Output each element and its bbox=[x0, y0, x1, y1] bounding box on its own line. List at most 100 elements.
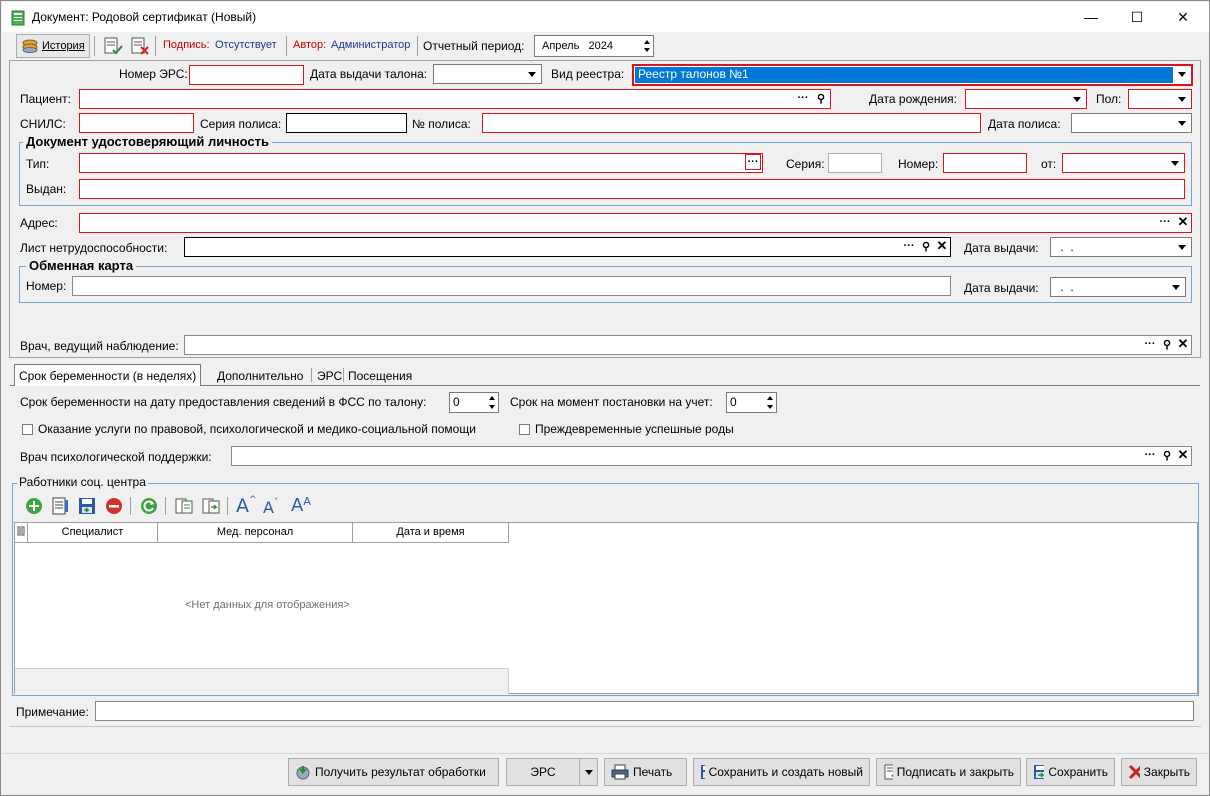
spin-down-icon[interactable] bbox=[489, 405, 495, 409]
grid-menu-icon[interactable] bbox=[15, 523, 28, 543]
spin-up-icon[interactable] bbox=[489, 396, 495, 400]
tab-pregnancy-term[interactable]: Срок беременности (в неделях) bbox=[14, 364, 202, 386]
note-label: Примечание: bbox=[16, 705, 89, 719]
empty-grid-text: <Нет данных для отображения> bbox=[185, 599, 350, 611]
registry-type-select[interactable]: Реестр талонов №1 bbox=[632, 64, 1193, 86]
social-workers-group-title: Работники соц. центра bbox=[17, 475, 148, 489]
snils-input[interactable] bbox=[79, 113, 194, 133]
chevron-down-icon[interactable] bbox=[1176, 117, 1189, 130]
ers-number-input[interactable] bbox=[189, 65, 304, 85]
ellipsis-icon[interactable]: ··· bbox=[1142, 336, 1158, 352]
legal-help-checkbox[interactable] bbox=[22, 424, 33, 435]
save-record-icon[interactable] bbox=[77, 496, 97, 516]
paste-fields-icon[interactable] bbox=[201, 496, 221, 516]
id-issued-input[interactable] bbox=[79, 179, 1185, 199]
search-icon[interactable]: ⚲ bbox=[1159, 336, 1175, 352]
chevron-down-icon[interactable] bbox=[1176, 93, 1189, 106]
address-input[interactable] bbox=[79, 213, 1192, 233]
print-button[interactable]: Печать bbox=[604, 758, 687, 786]
id-number-input[interactable] bbox=[943, 153, 1027, 173]
ers-dropdown-button[interactable] bbox=[579, 758, 598, 786]
minimize-button[interactable]: — bbox=[1068, 2, 1114, 32]
ellipsis-icon[interactable]: ··· bbox=[901, 238, 917, 254]
tab-ers[interactable]: ЭРС bbox=[313, 365, 346, 387]
sick-leave-date-picker[interactable]: . . bbox=[1050, 237, 1192, 257]
social-workers-grid[interactable]: Специалист Мед. персонал Дата и время <Н… bbox=[14, 522, 1198, 694]
sick-leave-date-value: . . bbox=[1057, 240, 1074, 254]
chevron-down-icon[interactable] bbox=[1169, 157, 1182, 170]
font-increase-icon[interactable]: AA bbox=[291, 495, 311, 516]
search-icon[interactable]: ⚲ bbox=[918, 238, 934, 254]
sign-close-label: Подписать и закрыть bbox=[896, 765, 1014, 779]
sick-leave-date-label: Дата выдачи: bbox=[964, 241, 1039, 255]
chevron-down-icon[interactable] bbox=[1170, 281, 1183, 294]
sex-select[interactable] bbox=[1128, 89, 1192, 109]
ers-button[interactable]: ЭРС bbox=[506, 758, 580, 786]
ellipsis-icon[interactable]: ··· bbox=[1157, 214, 1173, 230]
patient-input[interactable] bbox=[79, 89, 831, 109]
grid-footer bbox=[15, 668, 509, 694]
coupon-date-picker[interactable] bbox=[433, 64, 542, 84]
term-fss-spinner[interactable]: 0 bbox=[449, 392, 499, 413]
policy-date-picker[interactable] bbox=[1071, 113, 1192, 133]
tab-visits[interactable]: Посещения bbox=[344, 365, 416, 387]
exchange-number-input[interactable] bbox=[72, 276, 951, 296]
search-icon[interactable]: ⚲ bbox=[1159, 447, 1175, 463]
spin-down-icon[interactable] bbox=[644, 48, 650, 52]
registry-type-label: Вид реестра: bbox=[551, 67, 625, 81]
doctor-label: Врач, ведущий наблюдение: bbox=[20, 339, 179, 353]
exchange-date-picker[interactable]: . . bbox=[1050, 277, 1186, 297]
id-type-input[interactable] bbox=[79, 153, 763, 173]
add-icon[interactable] bbox=[24, 496, 44, 516]
spin-up-icon[interactable] bbox=[767, 396, 773, 400]
remove-signature-icon[interactable] bbox=[130, 37, 150, 55]
ellipsis-icon[interactable]: ··· bbox=[1142, 447, 1158, 463]
chevron-down-icon[interactable] bbox=[1176, 241, 1189, 254]
clear-icon[interactable]: ✕ bbox=[934, 238, 950, 254]
save-and-new-button[interactable]: Сохранить и создать новый bbox=[693, 758, 870, 786]
clear-icon[interactable]: ✕ bbox=[1175, 214, 1191, 230]
column-date-time[interactable]: Дата и время bbox=[353, 523, 509, 543]
get-result-button[interactable]: Получить результат обработки bbox=[288, 758, 499, 786]
premature-birth-checkbox[interactable] bbox=[519, 424, 530, 435]
spin-down-icon[interactable] bbox=[767, 405, 773, 409]
edit-record-icon[interactable] bbox=[50, 496, 70, 516]
id-from-date-picker[interactable] bbox=[1062, 153, 1185, 173]
id-series-input[interactable] bbox=[828, 153, 882, 173]
psych-doctor-input[interactable] bbox=[231, 446, 1192, 466]
font-decrease-icon[interactable]: Aˇ bbox=[263, 498, 278, 517]
column-specialist[interactable]: Специалист bbox=[28, 523, 158, 543]
doctor-input[interactable] bbox=[184, 335, 1192, 355]
tab-additional[interactable]: Дополнительно bbox=[213, 365, 307, 387]
ellipsis-icon[interactable]: ··· bbox=[795, 90, 811, 106]
sign-document-icon[interactable] bbox=[103, 37, 123, 55]
save-button[interactable]: Сохранить bbox=[1026, 758, 1115, 786]
policy-number-input[interactable] bbox=[482, 113, 981, 133]
font-reset-icon[interactable]: A^ bbox=[236, 495, 257, 517]
column-medical-staff[interactable]: Мед. персонал bbox=[158, 523, 353, 543]
spin-up-icon[interactable] bbox=[644, 40, 650, 44]
period-spinner[interactable]: Апрель 2024 bbox=[534, 35, 654, 57]
chevron-down-icon[interactable] bbox=[1176, 68, 1189, 81]
note-input[interactable] bbox=[95, 701, 1194, 721]
close-window-button[interactable]: ✕ bbox=[1160, 2, 1206, 32]
ellipsis-icon[interactable]: ··· bbox=[745, 154, 761, 170]
chevron-down-icon[interactable] bbox=[1071, 93, 1084, 106]
chevron-down-icon[interactable] bbox=[526, 68, 539, 81]
refresh-icon[interactable] bbox=[139, 496, 159, 516]
maximize-button[interactable]: ☐ bbox=[1114, 2, 1160, 32]
term-registration-spinner[interactable]: 0 bbox=[726, 392, 777, 413]
clear-icon[interactable]: ✕ bbox=[1175, 447, 1191, 463]
history-button[interactable]: История bbox=[16, 34, 90, 58]
sign-and-close-button[interactable]: Подписать и закрыть bbox=[876, 758, 1021, 786]
save-new-icon bbox=[701, 765, 705, 779]
birth-date-picker[interactable] bbox=[965, 89, 1087, 109]
term-fss-value: 0 bbox=[453, 395, 460, 409]
search-icon[interactable]: ⚲ bbox=[813, 90, 829, 106]
clear-icon[interactable]: ✕ bbox=[1175, 336, 1191, 352]
close-button[interactable]: Закрыть bbox=[1121, 758, 1197, 786]
copy-fields-icon[interactable] bbox=[174, 496, 194, 516]
sick-leave-input[interactable] bbox=[184, 237, 951, 257]
delete-icon[interactable] bbox=[104, 496, 124, 516]
policy-series-input[interactable] bbox=[286, 113, 407, 133]
